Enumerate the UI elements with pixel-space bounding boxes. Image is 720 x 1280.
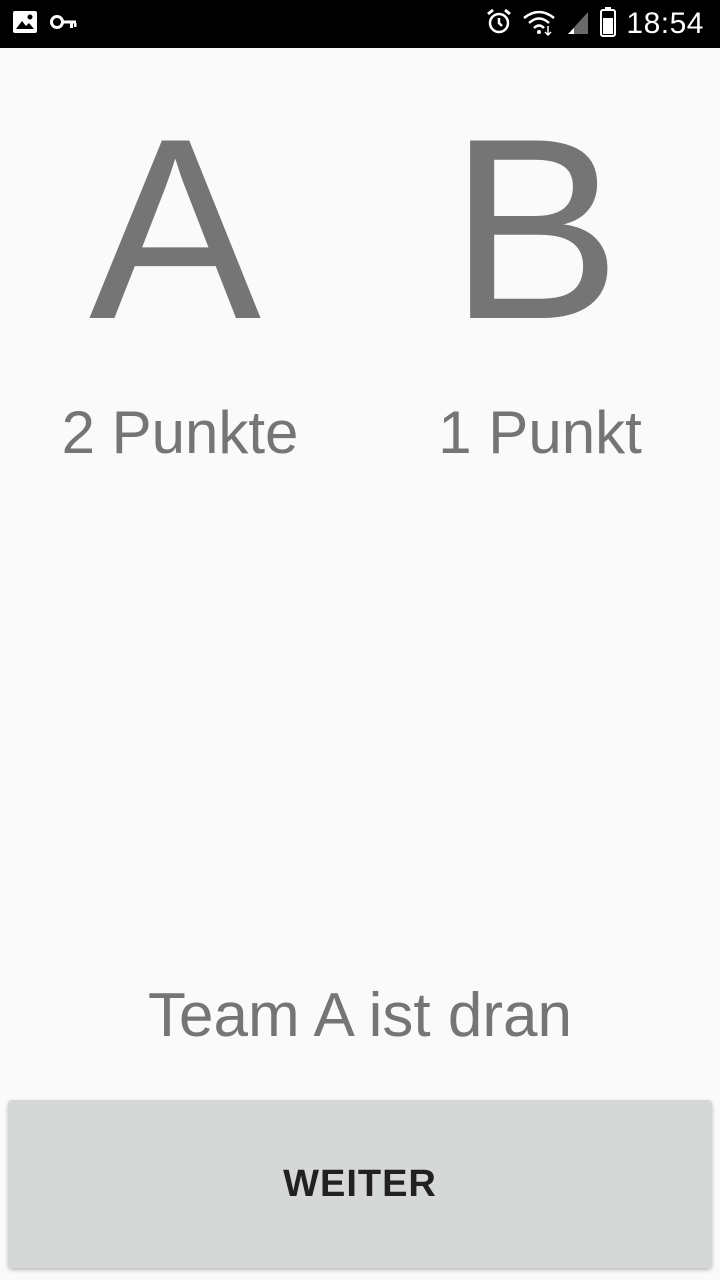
team-a-column: A 2 Punkte: [0, 100, 360, 468]
alarm-icon: [486, 8, 512, 41]
status-time: 18:54: [626, 7, 704, 40]
status-bar-left: [12, 10, 78, 39]
status-bar-right: 18:54: [486, 6, 704, 42]
team-b-column: B 1 Punkt: [360, 100, 720, 468]
battery-icon: [600, 6, 617, 42]
status-bar: 18:54: [0, 0, 720, 48]
team-b-score: 1 Punkt: [438, 399, 642, 466]
team-b-letter: B: [448, 84, 622, 373]
key-icon: [50, 10, 78, 39]
team-a-letter: A: [88, 84, 262, 373]
signal-icon: [566, 9, 590, 40]
team-a-score: 2 Punkte: [61, 399, 299, 466]
image-icon: [12, 10, 38, 39]
next-button[interactable]: WEITER: [8, 1100, 712, 1268]
turn-indicator: Team A ist dran: [148, 981, 572, 1050]
wifi-icon: [522, 8, 556, 41]
